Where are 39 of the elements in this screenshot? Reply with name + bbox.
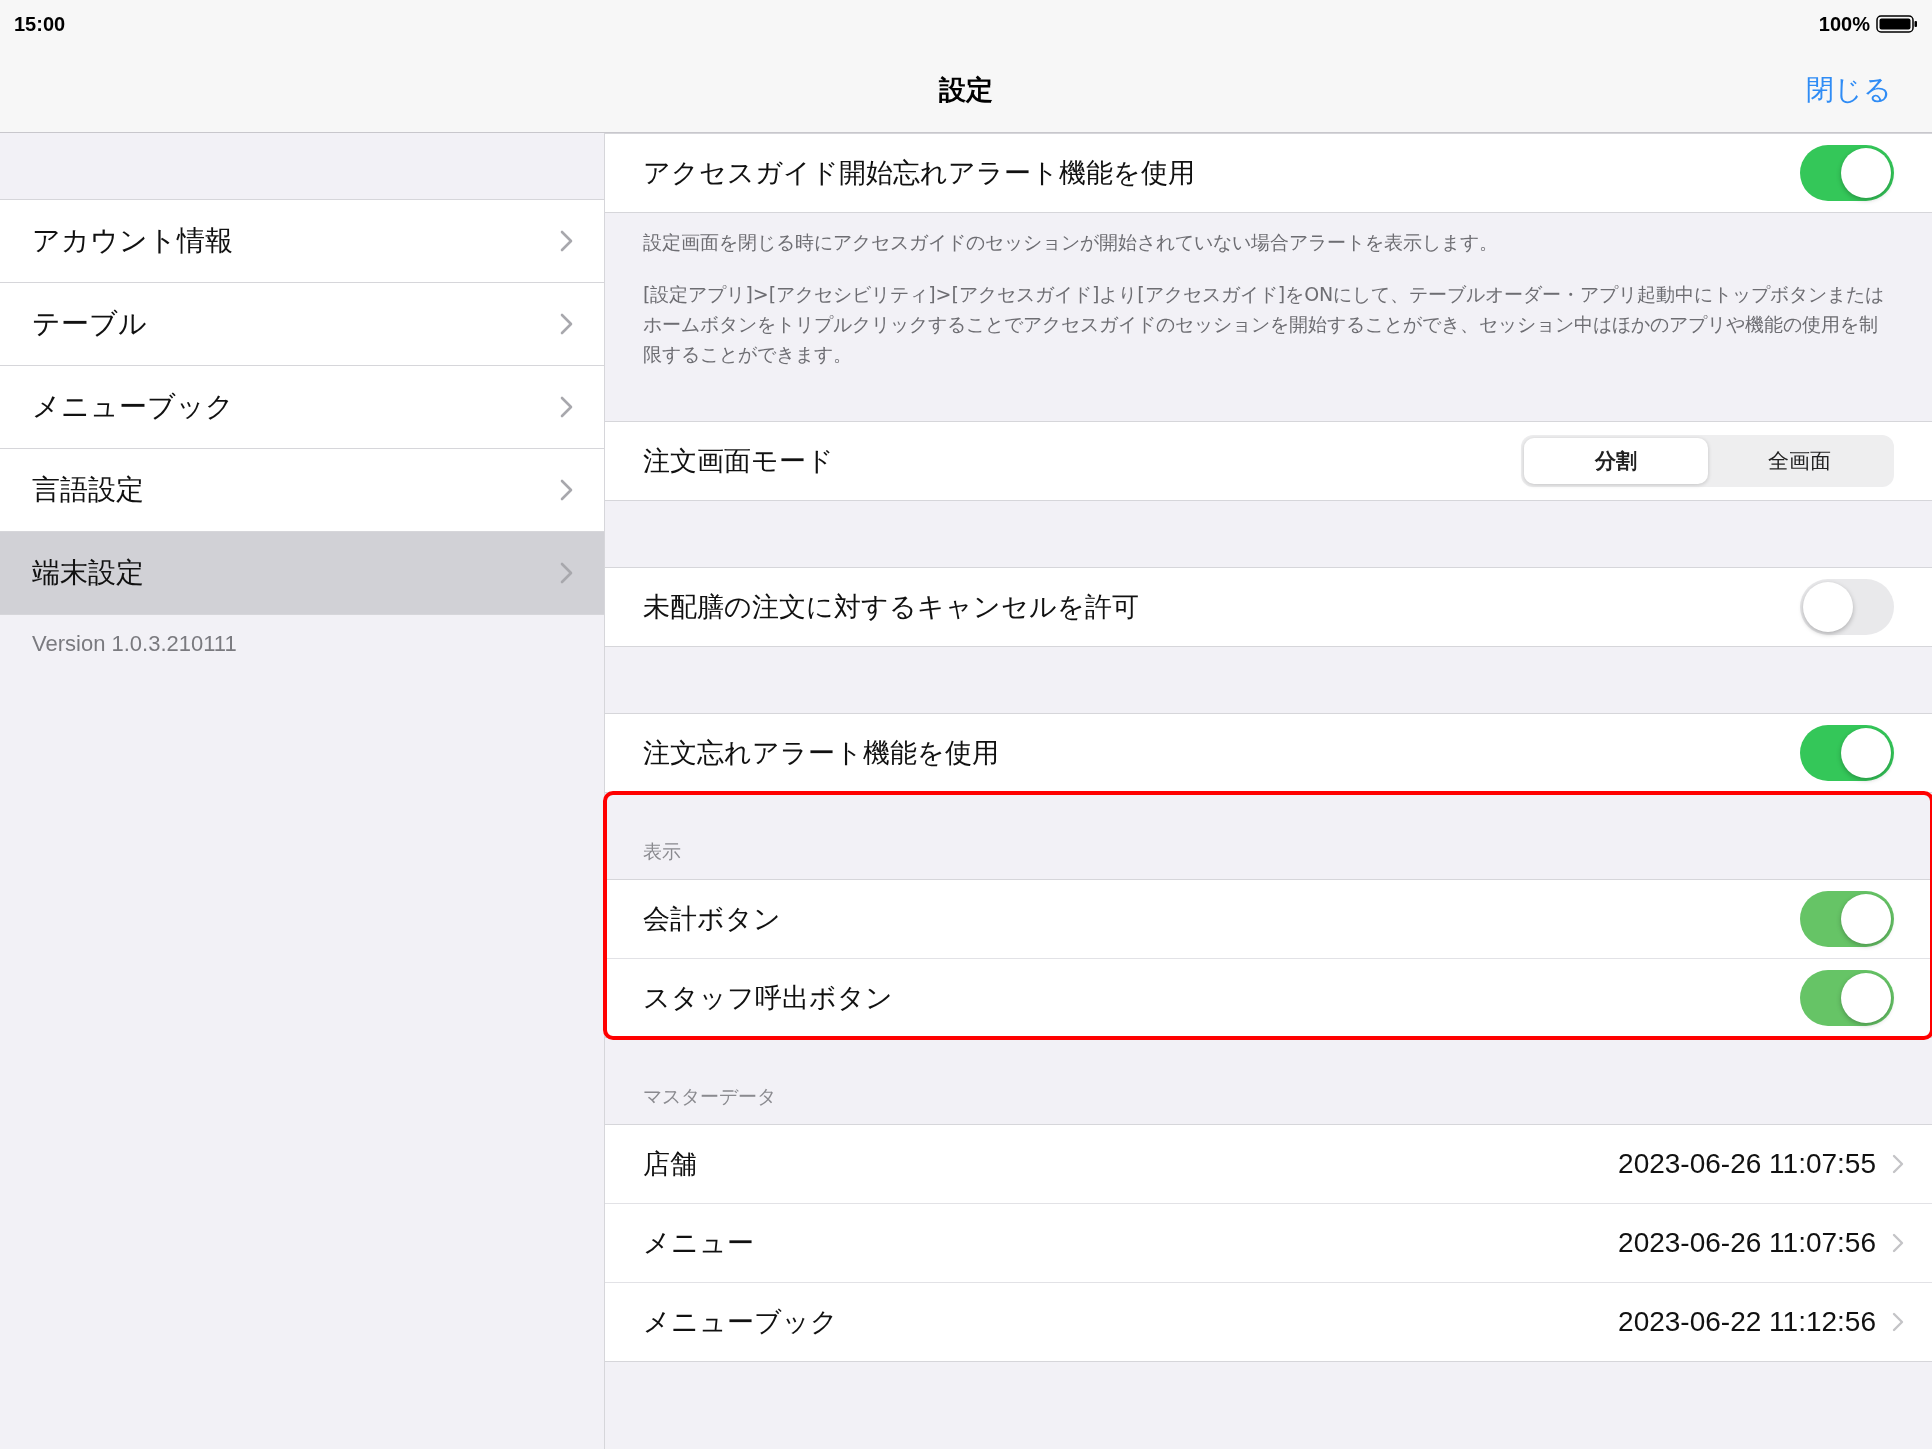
setting-label: 店舗	[643, 1147, 697, 1181]
setting-label: 注文画面モード	[643, 444, 834, 478]
timestamp-value: 2023-06-22 11:12:56	[1618, 1306, 1876, 1338]
chevron-icon	[1892, 1233, 1904, 1253]
setting-label: 会計ボタン	[643, 902, 781, 936]
setting-label: メニューブック	[643, 1305, 838, 1339]
sidebar-item[interactable]: 言語設定	[0, 449, 604, 532]
version-text: Version 1.0.3.210111	[31, 630, 238, 658]
sidebar-item[interactable]: アカウント情報	[0, 200, 604, 283]
setting-label: 未配膳の注文に対するキャンセルを許可	[643, 590, 1139, 624]
chevron-icon	[560, 562, 574, 584]
nav-title: 設定	[939, 73, 993, 107]
battery-icon	[1876, 14, 1918, 34]
sidebar-item[interactable]: メニューブック	[0, 366, 604, 449]
chevron-icon	[560, 479, 574, 501]
chevron-icon	[1892, 1312, 1904, 1332]
segment-option[interactable]: 全画面	[1707, 438, 1891, 484]
chevron-icon	[560, 396, 574, 418]
toggle-switch[interactable]	[1800, 145, 1894, 201]
chevron-icon	[1892, 1154, 1904, 1174]
description-text: 設定画面を閉じる時にアクセスガイドのセッションが開始されていない場合アラートを表示します。	[643, 230, 1499, 255]
timestamp-value: 2023-06-26 11:07:56	[1618, 1227, 1876, 1259]
section-header: 表示	[643, 839, 681, 864]
setting-label: アクセスガイド開始忘れアラート機能を使用	[643, 156, 1195, 190]
toggle-switch[interactable]	[1800, 579, 1894, 635]
toggle-switch[interactable]	[1800, 725, 1894, 781]
status-time: 15:00	[14, 12, 66, 36]
chevron-icon	[560, 230, 574, 252]
timestamp-value: 2023-06-26 11:07:55	[1618, 1148, 1876, 1180]
setting-label: メニュー	[643, 1226, 754, 1260]
segment-option[interactable]: 分割	[1524, 438, 1708, 484]
setting-label: 注文忘れアラート機能を使用	[643, 736, 999, 770]
setting-label: スタッフ呼出ボタン	[643, 981, 893, 1015]
description-text: [設定アプリ]>[アクセシビリティ]>[アクセスガイド]より[アクセスガイド]をONにして、テーブルオーダー・アプリ起動中にトップボタンまたはホームボタンをトリプルクリックすることでアクセスガイドのセッションを開始することができ、セッション中はほかのアプリや機能の使用を制限することができます。	[643, 282, 1886, 367]
battery-percent: 100%	[1818, 12, 1870, 36]
section-header: マスターデータ	[643, 1084, 776, 1109]
sidebar-item[interactable]: 端末設定	[0, 532, 604, 615]
sidebar-item[interactable]: テーブル	[0, 283, 604, 366]
chevron-icon	[560, 313, 574, 335]
